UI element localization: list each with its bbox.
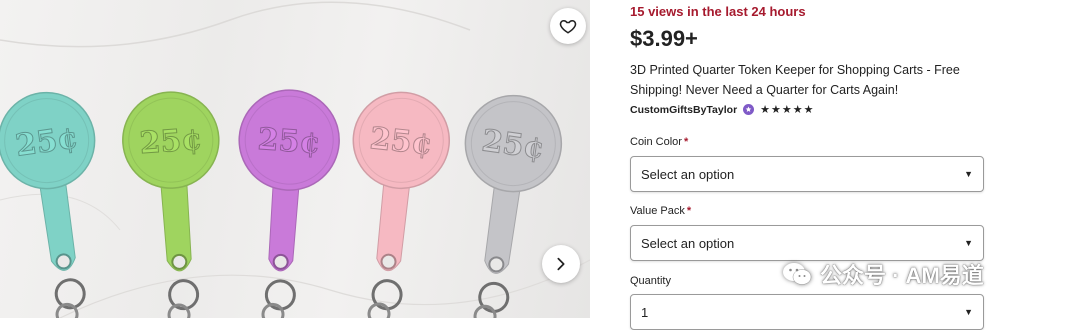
token-keeper: 25¢	[464, 94, 563, 318]
product-photo: 25¢ 25¢ 25¢ 25¢ 25¢	[0, 1, 590, 318]
price: $3.99+	[630, 26, 698, 51]
caret-down-icon: ▼	[964, 307, 973, 317]
coin-color-label: Coin Color *	[630, 136, 689, 148]
token-engraving: 25¢	[368, 121, 434, 162]
token-keeper: 25¢	[352, 91, 451, 318]
favorite-button[interactable]	[550, 8, 586, 44]
product-image-gallery[interactable]: 25¢ 25¢ 25¢ 25¢ 25¢	[0, 0, 590, 318]
watermark: 公众号 · AM易道	[782, 258, 984, 290]
listing-title: 3D Printed Quarter Token Keeper for Shop…	[630, 63, 960, 97]
coin-color-select[interactable]: Select an option ▼	[630, 156, 984, 192]
value-pack-label: Value Pack *	[630, 205, 692, 217]
shop-name-link[interactable]: CustomGiftsByTaylor	[630, 104, 737, 116]
watermark-text: 公众号 · AM易道	[820, 263, 984, 288]
star-seller-badge-icon	[743, 104, 755, 115]
quantity-value: 1	[641, 304, 649, 320]
shop-row: CustomGiftsByTaylor ★★★★★	[630, 103, 814, 117]
chevron-right-icon	[557, 257, 565, 271]
wechat-icon	[783, 263, 812, 285]
token-engraving: 25¢	[257, 122, 322, 161]
quantity-select[interactable]: 1 ▼	[630, 294, 984, 330]
next-image-button[interactable]	[542, 245, 580, 283]
rating-stars[interactable]: ★★★★★	[760, 103, 814, 116]
caret-down-icon: ▼	[964, 238, 973, 248]
heart-outline-icon	[559, 19, 577, 34]
token-keeper: 25¢	[238, 89, 340, 318]
recent-views-notice: 15 views in the last 24 hours	[630, 4, 806, 19]
coin-color-value: Select an option	[641, 166, 735, 182]
token-keeper: 25¢	[122, 91, 220, 318]
value-pack-value: Select an option	[641, 235, 735, 251]
token-engraving: 25¢	[138, 122, 203, 161]
caret-down-icon: ▼	[964, 169, 973, 179]
token-keeper: 25¢	[0, 91, 96, 318]
quantity-label: Quantity	[630, 275, 671, 287]
value-pack-select[interactable]: Select an option ▼	[630, 225, 984, 261]
